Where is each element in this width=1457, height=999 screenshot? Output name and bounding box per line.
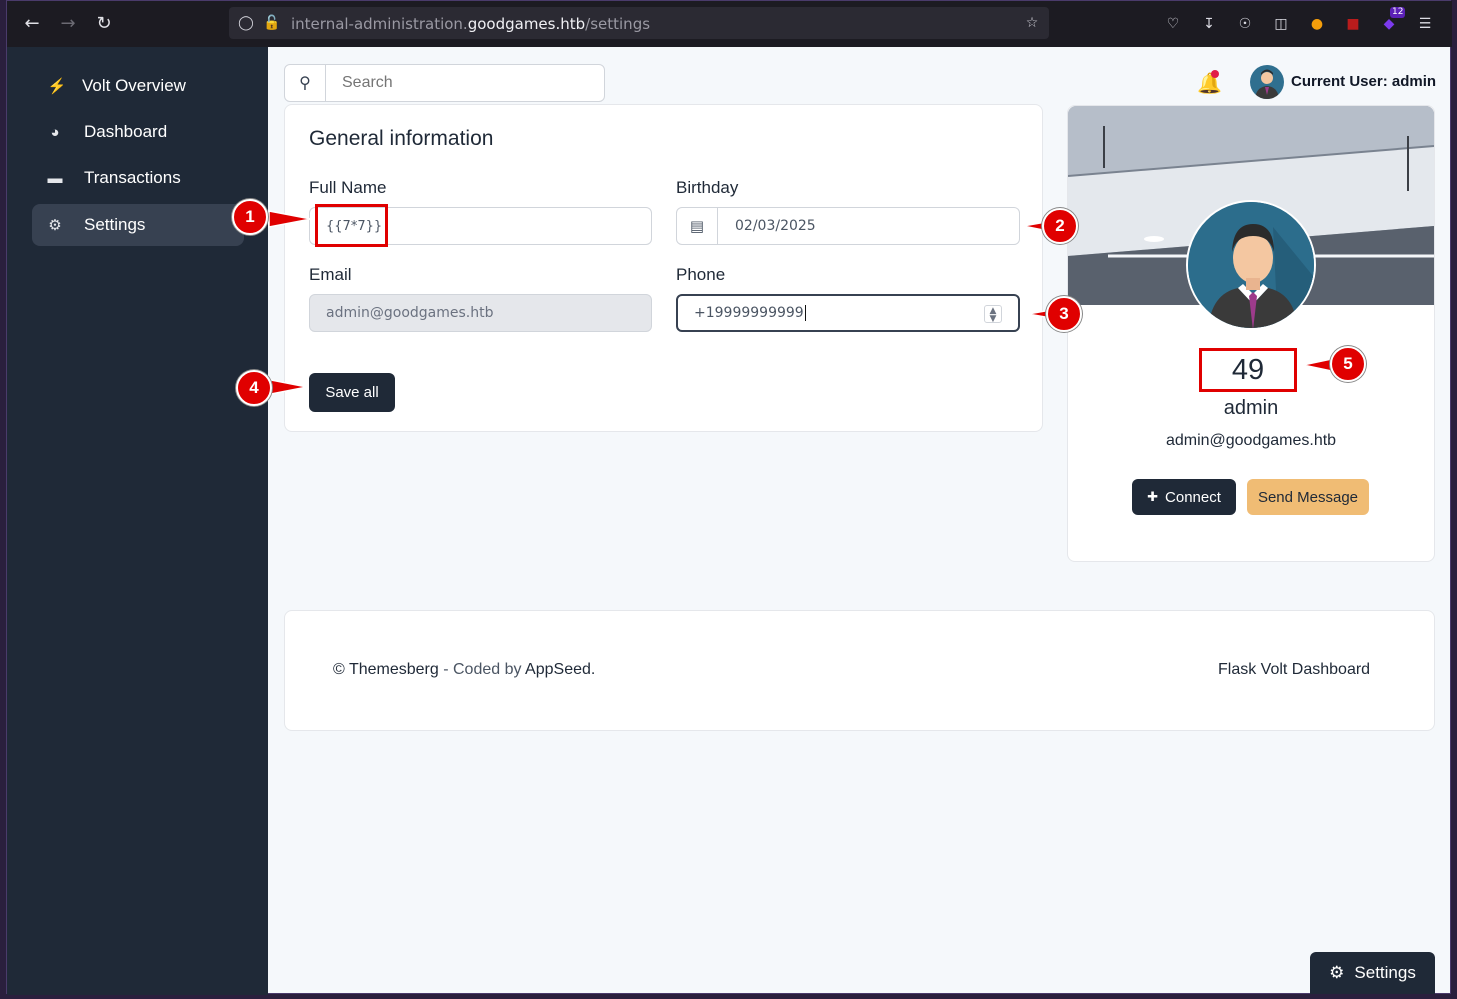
profile-avatar [1186,200,1316,330]
bookmark-star-icon[interactable]: ☆ [1023,14,1041,32]
birthday-field[interactable]: ▤ 02/03/2025 [676,207,1020,245]
url-text[interactable]: internal-administration.goodgames.htb/se… [291,15,650,33]
ublock-icon[interactable]: ■ [1342,13,1364,35]
full-name-label: Full Name [309,178,387,197]
account-icon[interactable]: ☉ [1234,13,1256,35]
back-icon[interactable]: ← [19,11,45,37]
appseed-link[interactable]: AppSeed [525,661,591,678]
footer: © Themesberg - Coded by AppSeed. Flask V… [284,610,1435,731]
copyright-text: © Themesberg [333,661,439,678]
annotation-badge-3: 3 [1046,296,1082,332]
calendar-icon[interactable]: ▤ [677,208,718,244]
sidebar-item-volt-overview[interactable]: ⚡ Volt Overview [32,65,244,107]
gear-icon: ⚙ [48,217,62,234]
lock-icon[interactable]: 🔓 [263,14,281,32]
sidebar-item-settings[interactable]: ⚙ Settings [32,204,244,246]
menu-icon[interactable]: ☰ [1414,13,1436,35]
profile-email: admin@goodgames.htb [1165,432,1337,449]
annotation-badge-4: 4 [236,370,272,406]
floating-settings-button[interactable]: ⚙ Settings [1310,952,1435,994]
gear-icon: ⚙ [1329,963,1345,982]
current-user-label[interactable]: Current User: admin [1291,73,1436,90]
notification-dot [1211,70,1219,78]
annotation-badge-2: 2 [1042,208,1078,244]
extension-badge-icon[interactable]: ◆ 12 [1378,7,1406,35]
search-box: ⚲ [284,64,605,102]
sidebar-item-label: Dashboard [84,122,168,141]
send-message-button[interactable]: Send Message [1247,479,1369,515]
phone-field[interactable]: +19999999999 ▲ ▼ [676,294,1020,332]
email-value: admin@goodgames.htb [326,305,494,321]
sidebar: ⚡ Volt Overview ◕ Dashboard ▬ Transactio… [7,47,268,995]
annotation-highlight-full-name [315,204,388,247]
connect-label: Connect [1165,488,1221,506]
rendered-name-value: 49 [1231,354,1265,386]
sidebar-item-dashboard[interactable]: ◕ Dashboard [32,111,244,153]
number-spinner-icon[interactable]: ▲ ▼ [984,305,1002,324]
search-input[interactable] [327,65,603,101]
birthday-label: Birthday [676,178,739,197]
sidebar-item-label: Transactions [84,168,181,187]
sidebar-item-label: Volt Overview [82,76,186,95]
email-field[interactable]: admin@goodgames.htb [309,294,652,332]
url-bar[interactable]: ◯ 🔓 internal-administration.goodgames.ht… [229,7,1049,39]
coded-by-text: - Coded by [438,661,526,678]
sidebar-item-label: Settings [84,215,146,234]
footer-brand-link[interactable]: Flask Volt Dashboard [1218,661,1370,679]
save-all-button[interactable]: Save all [309,373,395,412]
pocket-icon[interactable]: ♡ [1162,13,1184,35]
extension-badge-count: 12 [1390,7,1406,18]
profile-card: 49 admin admin@goodgames.htb ✚ Connect Se… [1067,105,1435,562]
profile-username: admin [1223,397,1279,419]
sidebar-item-transactions[interactable]: ▬ Transactions [32,157,244,199]
general-information-card: General information Full Name {{7*7}} Bi… [284,104,1043,432]
browser-window: ← → ↻ ◯ 🔓 internal-administration.goodga… [6,0,1452,995]
downloads-icon[interactable]: ↧ [1198,13,1220,35]
pie-chart-icon: ◕ [50,123,60,141]
phone-label: Phone [676,265,726,284]
footer-copyright: © Themesberg - Coded by AppSeed. [333,661,595,679]
text-cursor [804,305,806,321]
search-icon[interactable]: ⚲ [285,65,326,101]
footer-period: . [590,661,596,678]
avatar[interactable] [1250,65,1284,99]
credit-card-icon: ▬ [47,169,63,187]
extension-cookie-icon[interactable]: ● [1306,13,1328,35]
reload-icon[interactable]: ↻ [91,11,117,37]
phone-value: +19999999999 [694,305,804,321]
bolt-icon: ⚡ [47,78,67,95]
forward-icon[interactable]: → [55,11,81,37]
email-label: Email [309,265,352,284]
rendered-name-box: 49 [1199,348,1297,392]
birthday-value: 02/03/2025 [735,218,816,234]
extensions-icon[interactable]: ◫ [1270,13,1292,35]
connect-button[interactable]: ✚ Connect [1132,479,1236,515]
card-title: General information [309,127,494,150]
annotation-badge-5: 5 [1330,346,1366,382]
annotation-badge-1: 1 [232,199,268,235]
floating-settings-label: Settings [1354,963,1416,982]
browser-toolbar: ← → ↻ ◯ 🔓 internal-administration.goodga… [7,1,1452,47]
add-user-icon: ✚ [1147,489,1159,504]
shield-icon[interactable]: ◯ [237,14,255,32]
